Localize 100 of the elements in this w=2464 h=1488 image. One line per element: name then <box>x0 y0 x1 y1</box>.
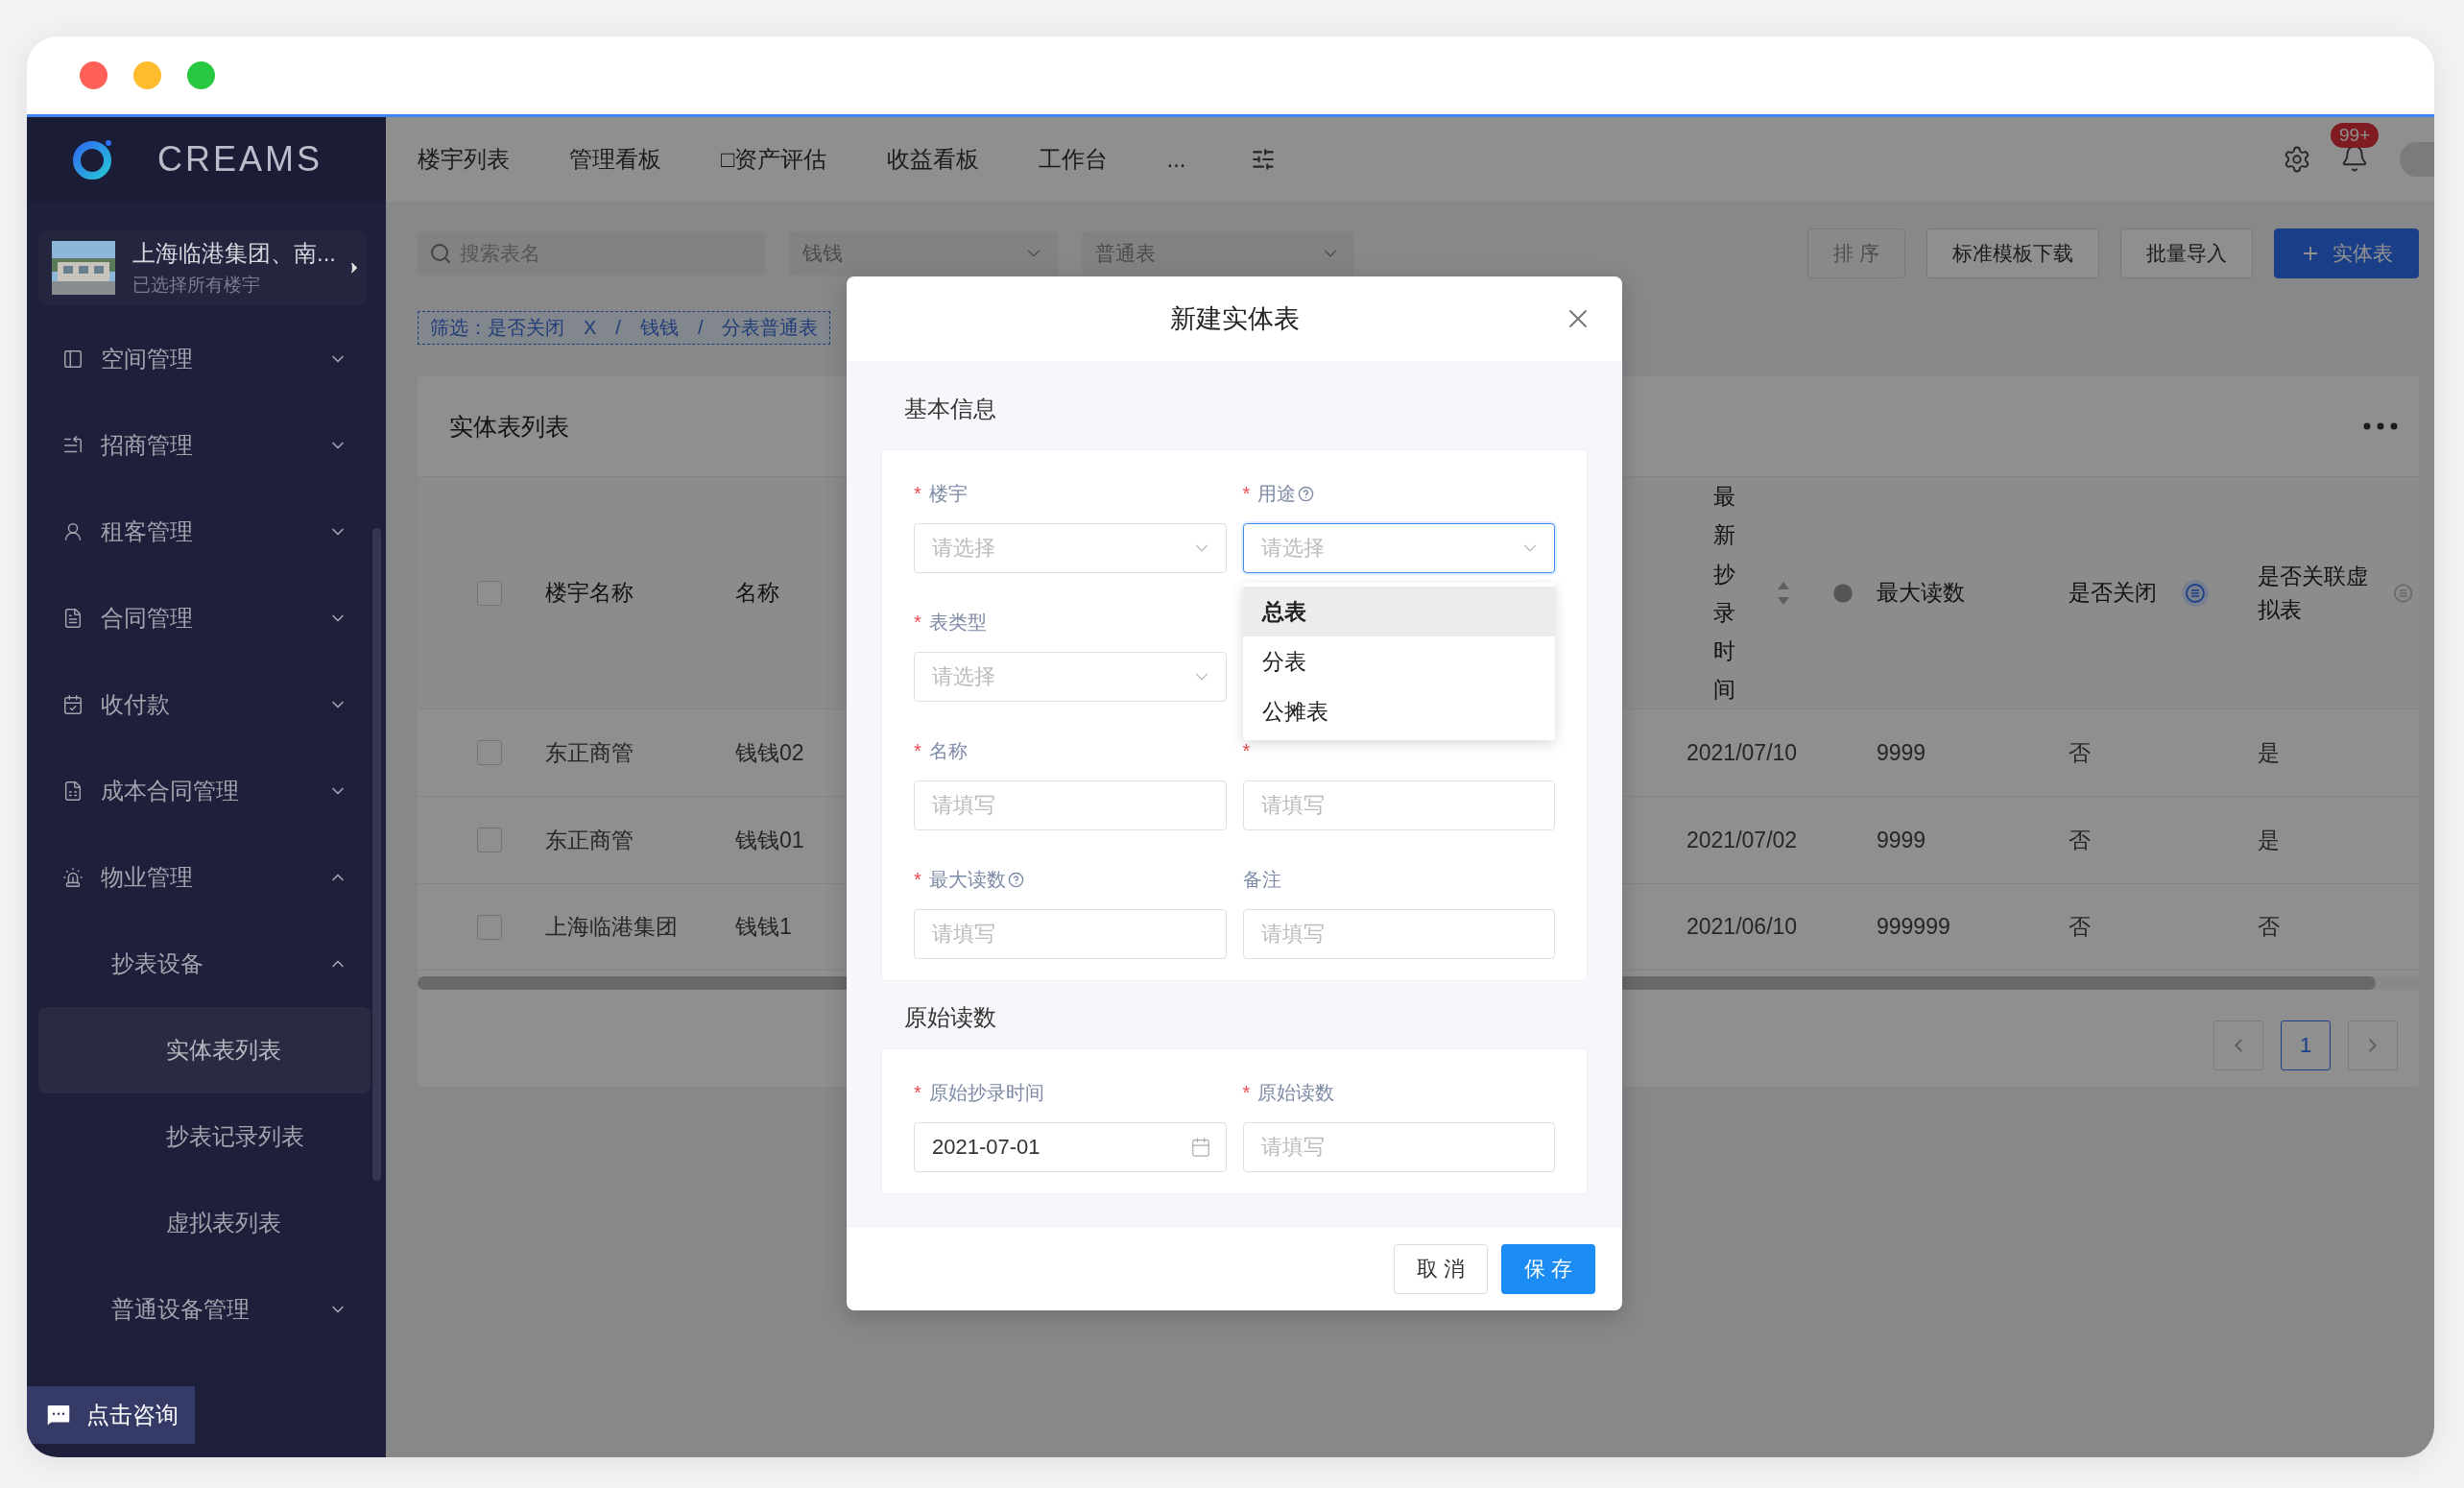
sidebar-item[interactable]: 普通设备管理 <box>38 1266 371 1353</box>
nav-link[interactable]: ... <box>1166 146 1186 173</box>
checkbox[interactable] <box>477 740 502 765</box>
sheet-icon <box>62 780 84 802</box>
sidebar-item[interactable]: 抄表记录列表 <box>38 1093 371 1180</box>
table-cell: 2021/06/10 <box>1687 914 1798 940</box>
column-header: 是否关闭 <box>2069 579 2157 608</box>
table-cell-text: 否 <box>2258 913 2280 941</box>
document-icon <box>62 608 84 629</box>
field-label: 用途 <box>1257 481 1297 506</box>
sliders-icon[interactable] <box>1250 147 1276 172</box>
column-header: 名称 <box>735 579 779 608</box>
field-label: 表类型 <box>928 610 987 635</box>
table-cell-text: 钱钱01 <box>735 826 804 854</box>
nav-link[interactable]: 管理看板 <box>569 144 661 175</box>
table-cell-text: 是 <box>2258 826 2280 854</box>
consult-button[interactable]: 点击咨询 <box>27 1386 195 1444</box>
field-label: 楼宇 <box>928 481 968 506</box>
field-label: 最大读数 <box>928 867 1006 892</box>
calendar-icon <box>1189 1137 1211 1158</box>
project-name: 上海临港集团、南... <box>132 239 336 268</box>
close-window-button[interactable] <box>80 61 108 89</box>
avatar[interactable] <box>2400 142 2434 177</box>
table-cell: 2021/07/02 <box>1687 827 1798 853</box>
panel-icon <box>62 348 84 370</box>
save-button[interactable]: 保 存 <box>1501 1243 1595 1294</box>
sidebar-item[interactable]: 抄表设备 <box>38 921 371 1007</box>
required-mark: * <box>1242 739 1251 762</box>
filter-icon[interactable] <box>2181 578 2210 608</box>
action-button[interactable]: 标准模板下载 <box>1926 228 2099 278</box>
cancel-button[interactable]: 取 消 <box>1394 1243 1488 1294</box>
table-cell-text: 钱钱02 <box>735 738 804 767</box>
siren-icon <box>62 867 84 888</box>
required-mark: * <box>914 739 921 762</box>
input-field[interactable]: 请填写 <box>1242 780 1555 830</box>
column-header: 最大读数 <box>1877 579 1965 608</box>
nav-link[interactable]: 收益看板 <box>886 144 979 175</box>
dropdown-option[interactable]: 总表 <box>1242 587 1555 636</box>
help-icon[interactable] <box>1298 485 1315 502</box>
input-field[interactable]: 请填写 <box>1242 909 1555 959</box>
table-cell: 2021/07/10 <box>1687 739 1798 766</box>
input-field[interactable]: 请填写 <box>914 780 1227 830</box>
checkbox[interactable] <box>477 914 502 940</box>
logo-text: CREAMS <box>157 139 323 180</box>
field-label: 名称 <box>928 738 968 763</box>
dropdown-option[interactable]: 公摊表 <box>1242 686 1555 736</box>
section-title: 原始读数 <box>903 1003 997 1032</box>
column-header: 是否关联虚拟表 <box>2258 563 2369 624</box>
calendar-icon <box>62 694 84 715</box>
sidebar-item[interactable]: 虚拟表列表 <box>38 1180 371 1266</box>
active-filters: 筛选：是否关闭 X / 钱钱 / 分表普通表 <box>418 311 831 345</box>
checkbox[interactable] <box>477 828 502 852</box>
table-cell-text: 是 <box>2258 738 2280 767</box>
search-icon <box>429 242 452 265</box>
column-header: 楼宇名称 <box>545 579 634 608</box>
more-icon[interactable] <box>2363 422 2398 430</box>
sidebar-item[interactable]: 物业管理 <box>38 834 371 921</box>
sidebar-item[interactable]: 招商管理 <box>38 402 371 489</box>
sidebar-item[interactable]: 实体表列表 <box>38 1007 371 1093</box>
column-header: 最新抄录时间 <box>1713 483 1735 705</box>
table-cell: 9999 <box>1877 739 1926 766</box>
sidebar-item[interactable]: 合同管理 <box>38 575 371 661</box>
table-cell-text: 否 <box>2069 826 2091 854</box>
zoom-window-button[interactable] <box>187 61 215 89</box>
checkbox[interactable] <box>477 580 502 606</box>
dropdown-option[interactable]: 分表 <box>1242 636 1555 686</box>
required-mark: * <box>914 482 921 505</box>
table-cell-text: 钱钱1 <box>735 913 792 941</box>
previous-page-button[interactable] <box>2213 1020 2263 1070</box>
table-cell-text: 否 <box>2069 913 2091 941</box>
minimize-window-button[interactable] <box>133 61 161 89</box>
project-card[interactable]: 上海临港集团、南... 已选择所有楼宇 <box>38 230 367 305</box>
input-field[interactable]: 请填写 <box>914 909 1227 959</box>
sidebar-item[interactable]: 租客管理 <box>38 489 371 575</box>
table-cell-text: 东正商管 <box>545 738 634 767</box>
date-field[interactable]: 2021-07-01 <box>914 1122 1227 1172</box>
input-field[interactable]: 请填写 <box>1242 1122 1555 1172</box>
sidebar-item[interactable]: 空间管理 <box>38 316 371 402</box>
dialog-title: 新建实体表 <box>1169 303 1300 335</box>
required-mark: * <box>914 611 921 634</box>
settings-icon[interactable] <box>2283 145 2311 174</box>
card-title: 实体表列表 <box>449 411 569 442</box>
table-cell: 9999 <box>1877 827 1926 853</box>
table-cell-text: 否 <box>2069 738 2091 767</box>
next-page-button[interactable] <box>2348 1020 2398 1070</box>
nav-link[interactable]: 工作台 <box>1038 144 1108 175</box>
required-mark: * <box>1242 1081 1251 1104</box>
table-cell-text: 东正商管 <box>545 826 634 854</box>
table-cell-text: 上海临港集团 <box>545 913 678 941</box>
sidebar-item[interactable]: 收付款 <box>38 661 371 748</box>
section-title: 基本信息 <box>903 395 997 423</box>
nav-link[interactable]: 楼宇列表 <box>418 144 510 175</box>
project-subtitle: 已选择所有楼宇 <box>132 274 261 297</box>
table-cell: 999999 <box>1877 914 1950 940</box>
field-label: 原始读数 <box>1257 1080 1335 1105</box>
action-button[interactable]: 批量导入 <box>2120 228 2253 278</box>
nav-link[interactable]: □资产评估 <box>721 144 827 175</box>
help-icon[interactable] <box>1007 871 1024 888</box>
required-mark: * <box>914 868 921 891</box>
sidebar-item[interactable]: 成本合同管理 <box>38 748 371 834</box>
